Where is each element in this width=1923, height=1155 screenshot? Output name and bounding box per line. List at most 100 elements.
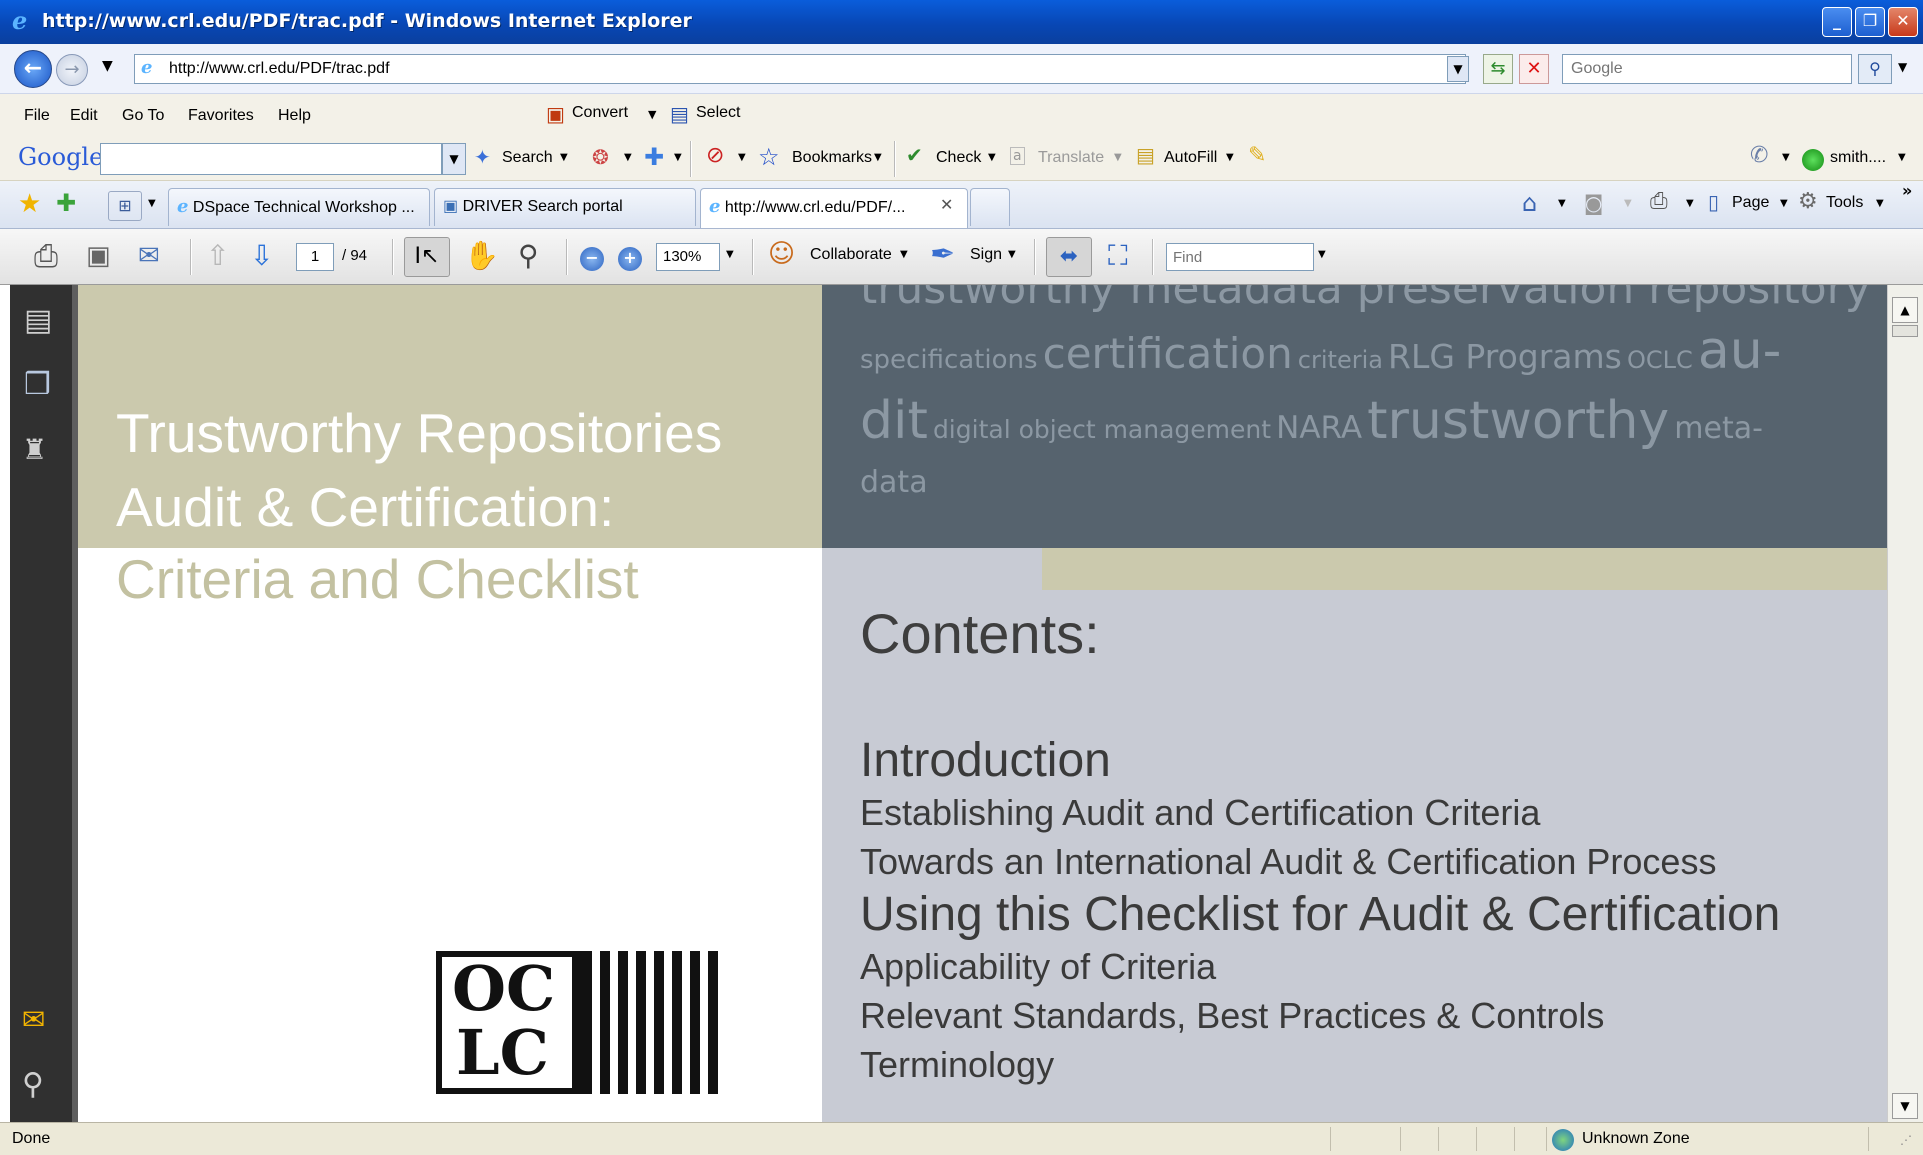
- find-input[interactable]: [1166, 243, 1314, 271]
- toc-terminology[interactable]: Terminology: [860, 1041, 1054, 1089]
- menu-file[interactable]: File: [24, 107, 50, 125]
- tab-dspace[interactable]: e DSpace Technical Workshop ...: [168, 188, 430, 226]
- scroll-up-arrow-icon[interactable]: ▲: [1892, 297, 1918, 323]
- tools-dropdown-icon[interactable]: ▼: [1876, 198, 1884, 209]
- hand-tool-icon[interactable]: ✋: [464, 239, 499, 272]
- pagerank-dropdown-icon[interactable]: ▼: [624, 152, 632, 163]
- fit-page-icon[interactable]: ⛶: [1108, 239, 1128, 273]
- select-button[interactable]: Select: [696, 104, 740, 122]
- previous-page-icon[interactable]: ⇧: [206, 239, 229, 272]
- menu-go-to[interactable]: Go To: [122, 107, 164, 125]
- check-button[interactable]: Check: [936, 149, 981, 167]
- tab-driver[interactable]: ▣ DRIVER Search portal: [434, 188, 696, 226]
- pdf-email-icon[interactable]: ✉: [138, 241, 160, 271]
- history-dropdown-icon[interactable]: ▼: [102, 58, 113, 74]
- account-button[interactable]: smith....: [1830, 149, 1886, 167]
- minimize-button[interactable]: _: [1822, 7, 1852, 37]
- translate-dropdown-icon[interactable]: ▼: [1114, 152, 1122, 163]
- print-dropdown-icon[interactable]: ▼: [1686, 198, 1694, 209]
- stop-icon[interactable]: ✕: [1519, 54, 1549, 84]
- convert-dropdown-icon[interactable]: ▼: [648, 108, 656, 121]
- restore-button[interactable]: ❐: [1855, 7, 1885, 37]
- toc-applicability[interactable]: Applicability of Criteria: [860, 943, 1216, 991]
- plus-dropdown-icon[interactable]: ▼: [674, 152, 682, 163]
- page-dropdown-icon[interactable]: ▼: [1780, 198, 1788, 209]
- chevron-more-icon[interactable]: »: [1902, 181, 1912, 200]
- settings-wrench-icon[interactable]: ✆: [1750, 143, 1768, 168]
- google-search-button[interactable]: Search: [502, 149, 553, 167]
- close-tab-icon[interactable]: ✕: [940, 195, 953, 214]
- resize-grip-icon[interactable]: ⋰: [1900, 1133, 1912, 1147]
- zoom-level-input[interactable]: 130%: [656, 243, 720, 271]
- page-menu-button[interactable]: Page: [1732, 194, 1769, 212]
- url-dropdown-icon[interactable]: ▼: [1447, 56, 1469, 82]
- collaborate-dropdown-icon[interactable]: ▼: [900, 249, 908, 260]
- new-tab-button[interactable]: [970, 188, 1010, 226]
- popup-dropdown-icon[interactable]: ▼: [738, 152, 746, 163]
- page-number-input[interactable]: 1: [296, 243, 334, 271]
- menu-favorites[interactable]: Favorites: [188, 107, 254, 125]
- favorites-star-icon[interactable]: ★: [18, 189, 41, 219]
- search-dropdown-icon[interactable]: ▼: [560, 152, 568, 163]
- scroll-down-arrow-icon[interactable]: ▼: [1892, 1093, 1918, 1119]
- tools-menu-button[interactable]: Tools: [1826, 194, 1863, 212]
- zoom-out-icon[interactable]: −: [580, 247, 604, 271]
- autofill-button[interactable]: AutoFill: [1164, 149, 1217, 167]
- sign-button[interactable]: Sign: [970, 246, 1002, 264]
- home-dropdown-icon[interactable]: ▼: [1558, 198, 1566, 209]
- google-search-input[interactable]: [100, 143, 442, 175]
- zoom-in-icon[interactable]: +: [618, 247, 642, 271]
- toc-standards[interactable]: Relevant Standards, Best Practices & Con…: [860, 992, 1604, 1040]
- bookmarks-button[interactable]: Bookmarks: [792, 149, 872, 167]
- pdf-print-icon[interactable]: ⎙: [34, 239, 58, 274]
- toc-introduction[interactable]: Introduction: [860, 733, 1111, 789]
- home-icon[interactable]: ⌂: [1522, 189, 1537, 217]
- find-dropdown-icon[interactable]: ▼: [1318, 249, 1326, 260]
- forward-button[interactable]: →: [56, 54, 88, 86]
- next-page-icon[interactable]: ⇩: [250, 239, 273, 272]
- feeds-dropdown-icon[interactable]: ▼: [1624, 198, 1632, 209]
- highlight-icon[interactable]: ✎: [1248, 143, 1266, 168]
- popup-blocker-icon[interactable]: ⊘: [706, 143, 724, 168]
- scroll-thumb[interactable]: [1892, 325, 1918, 337]
- search-icon[interactable]: ⚲: [1858, 54, 1892, 84]
- search-input[interactable]: [1562, 54, 1852, 84]
- pagerank-icon[interactable]: ❂: [592, 145, 609, 169]
- close-button[interactable]: ✕: [1888, 7, 1918, 37]
- account-dropdown-icon[interactable]: ▼: [1898, 152, 1906, 163]
- sign-dropdown-icon[interactable]: ▼: [1008, 249, 1016, 260]
- quick-tabs-icon[interactable]: ⊞: [108, 191, 142, 221]
- feeds-icon[interactable]: ◙: [1584, 191, 1603, 215]
- autofill-dropdown-icon[interactable]: ▼: [1226, 152, 1234, 163]
- bookmarks-dropdown-icon[interactable]: ▼: [874, 152, 882, 163]
- back-button[interactable]: ←: [14, 50, 52, 88]
- attachments-paperclip-icon[interactable]: ⚲: [22, 1067, 44, 1102]
- pdf-save-icon[interactable]: ▣: [86, 241, 111, 271]
- google-search-dropdown-icon[interactable]: ▼: [442, 143, 466, 175]
- bookmarks-panel-icon[interactable]: ❒: [24, 367, 51, 402]
- tab-crl-pdf[interactable]: e http://www.crl.edu/PDF/...: [700, 188, 968, 228]
- zoom-tool-icon[interactable]: ⚲: [518, 239, 539, 272]
- toc-using-checklist[interactable]: Using this Checklist for Audit & Certifi…: [860, 887, 1780, 943]
- fit-width-icon[interactable]: ⬌: [1046, 237, 1092, 277]
- select-text-tool-icon[interactable]: I↖: [404, 237, 450, 277]
- url-field[interactable]: e http://www.crl.edu/PDF/trac.pdf: [134, 54, 1466, 84]
- toc-establishing[interactable]: Establishing Audit and Certification Cri…: [860, 789, 1540, 837]
- settings-dropdown-icon[interactable]: ▼: [1782, 152, 1790, 163]
- add-favorite-icon[interactable]: ✚: [56, 189, 76, 217]
- convert-button[interactable]: Convert: [572, 104, 628, 122]
- pages-panel-icon[interactable]: ▤: [24, 303, 52, 338]
- search-binoculars-icon[interactable]: ♜: [22, 433, 47, 466]
- zoom-dropdown-icon[interactable]: ▼: [726, 249, 734, 260]
- search-options-icon[interactable]: ▼: [1898, 60, 1907, 74]
- translate-button[interactable]: Translate: [1038, 149, 1104, 167]
- print-icon[interactable]: ⎙: [1650, 189, 1668, 214]
- toc-towards[interactable]: Towards an International Audit & Certifi…: [860, 838, 1716, 886]
- menu-edit[interactable]: Edit: [70, 107, 98, 125]
- tab-list-dropdown-icon[interactable]: ▼: [148, 198, 156, 209]
- menu-help[interactable]: Help: [278, 107, 311, 125]
- collaborate-button[interactable]: Collaborate: [810, 246, 892, 264]
- comments-icon[interactable]: ✉: [22, 1003, 45, 1036]
- refresh-icon[interactable]: ⇆: [1483, 54, 1513, 84]
- check-dropdown-icon[interactable]: ▼: [988, 152, 996, 163]
